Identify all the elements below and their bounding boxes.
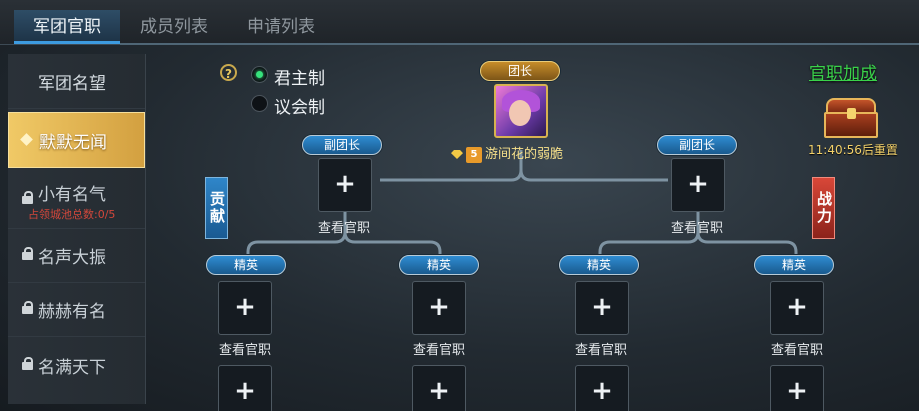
rank-tag-elite: 精英 bbox=[559, 255, 639, 275]
plus-icon: + bbox=[687, 169, 709, 199]
elite-slot[interactable]: + bbox=[770, 281, 824, 335]
elite-slot-lower[interactable]: + bbox=[770, 365, 824, 411]
elite-slot-lower[interactable]: + bbox=[575, 365, 629, 411]
avatar-face bbox=[509, 100, 531, 126]
elite-slot[interactable]: + bbox=[412, 281, 466, 335]
view-office-link[interactable]: 查看官职 bbox=[200, 339, 290, 358]
rank-tag-elite: 精英 bbox=[754, 255, 834, 275]
plus-icon: + bbox=[786, 292, 808, 322]
leader-avatar[interactable] bbox=[494, 84, 548, 138]
rank-tag-deputy-right: 副团长 bbox=[657, 135, 737, 155]
treasure-chest-icon[interactable] bbox=[824, 98, 880, 140]
power-banner: 战力 bbox=[812, 177, 835, 239]
elite-slot-lower[interactable]: + bbox=[412, 365, 466, 411]
plus-icon: + bbox=[428, 376, 450, 406]
legion-office-panel: 军团官职 成员列表 申请列表 军团名望 默默无闻 小有名气 占领城池总数:0/5… bbox=[0, 0, 919, 411]
plus-icon: + bbox=[334, 169, 356, 199]
office-bonus-link[interactable]: 官职加成 bbox=[809, 59, 877, 84]
rank-tag-deputy-left: 副团长 bbox=[302, 135, 382, 155]
view-office-link[interactable]: 查看官职 bbox=[652, 217, 742, 236]
vip-badge: 5 bbox=[466, 147, 482, 163]
plus-icon: + bbox=[591, 292, 613, 322]
view-office-link[interactable]: 查看官职 bbox=[556, 339, 646, 358]
view-office-link[interactable]: 查看官职 bbox=[299, 217, 389, 236]
rank-tag-elite: 精英 bbox=[206, 255, 286, 275]
plus-icon: + bbox=[786, 376, 808, 406]
rank-tag-elite: 精英 bbox=[399, 255, 479, 275]
view-office-link[interactable]: 查看官职 bbox=[394, 339, 484, 358]
plus-icon: + bbox=[428, 292, 450, 322]
view-office-link[interactable]: 查看官职 bbox=[752, 339, 842, 358]
plus-icon: + bbox=[591, 376, 613, 406]
deputy-slot-left[interactable]: + bbox=[318, 158, 372, 212]
elite-slot[interactable]: + bbox=[575, 281, 629, 335]
chest-lock bbox=[847, 108, 856, 119]
deputy-slot-right[interactable]: + bbox=[671, 158, 725, 212]
plus-icon: + bbox=[234, 376, 256, 406]
contribution-banner: 贡献 bbox=[205, 177, 228, 239]
plus-icon: + bbox=[234, 292, 256, 322]
reset-timer: 11:40:56后重置 bbox=[808, 143, 898, 157]
elite-slot-lower[interactable]: + bbox=[218, 365, 272, 411]
leader-name: 游间花的弱脆 bbox=[485, 147, 564, 162]
rank-tag-leader: 团长 bbox=[480, 61, 560, 81]
elite-slot[interactable]: + bbox=[218, 281, 272, 335]
